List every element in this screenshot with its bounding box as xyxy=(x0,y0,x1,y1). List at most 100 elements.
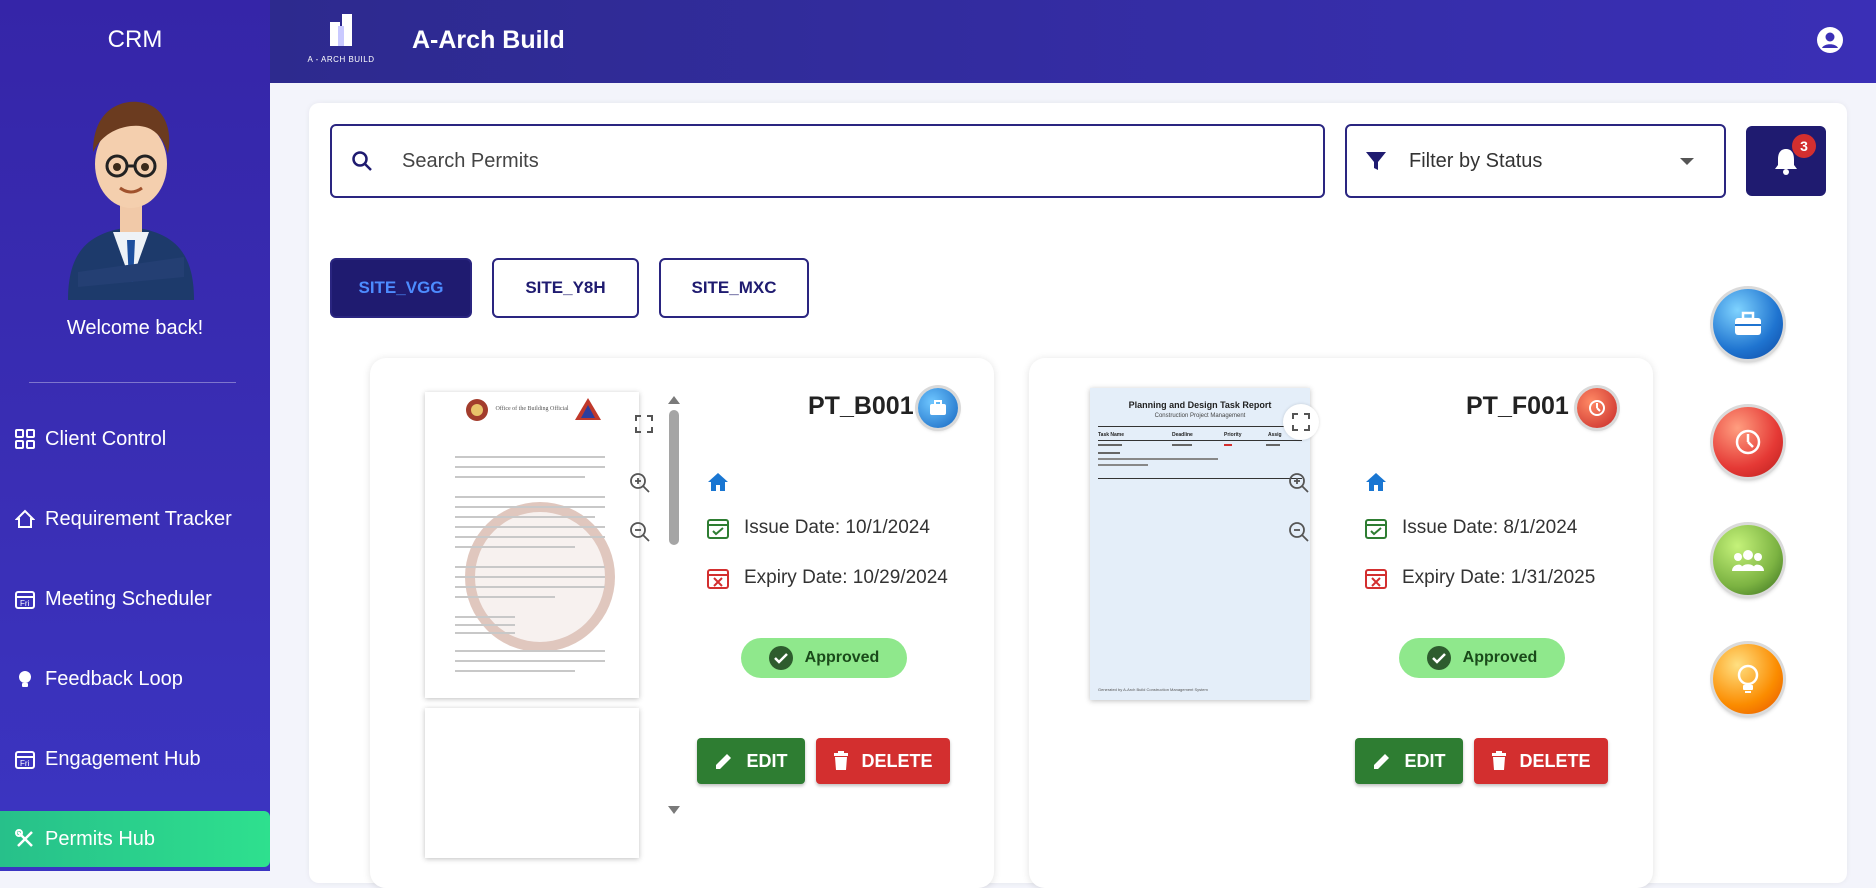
account-icon[interactable] xyxy=(1816,26,1844,54)
sidebar-item-label: Feedback Loop xyxy=(45,667,183,690)
zoom-in-icon[interactable] xyxy=(1287,471,1311,495)
user-avatar xyxy=(68,101,194,300)
check-circle-icon xyxy=(768,646,793,670)
trash-icon xyxy=(1491,751,1507,771)
document-subtitle: Construction Project Management xyxy=(1154,413,1246,419)
sidebar-item-feedback-loop[interactable]: Feedback Loop xyxy=(0,651,270,707)
lightbulb-icon xyxy=(1737,664,1759,693)
tab-site-mxc[interactable]: SITE_MXC xyxy=(659,258,809,318)
expiry-date-text: Expiry Date: 1/31/2025 xyxy=(1402,567,1596,588)
document-preview[interactable]: Office of the Building Official xyxy=(425,392,639,698)
timer-category-button[interactable] xyxy=(1713,407,1783,477)
status-label: Approved xyxy=(1462,649,1538,666)
calendar-remove-icon xyxy=(1365,569,1387,589)
document-footer: Generated by A-Arch Build Construction M… xyxy=(1098,687,1208,692)
pencil-icon xyxy=(1372,751,1392,771)
edit-button[interactable]: EDIT xyxy=(697,738,805,784)
timer-icon xyxy=(1735,429,1761,455)
status-label: Approved xyxy=(804,649,880,666)
delete-button[interactable]: DELETE xyxy=(816,738,950,784)
welcome-text: Welcome back! xyxy=(66,317,204,339)
trash-icon xyxy=(833,751,849,771)
issue-date-text: Issue Date: 10/1/2024 xyxy=(744,517,930,538)
document-title: Office of the Building Official xyxy=(495,406,569,412)
pencil-icon xyxy=(714,751,734,771)
search-input[interactable] xyxy=(402,149,1302,173)
issue-date-text: Issue Date: 8/1/2024 xyxy=(1402,517,1578,538)
check-circle-icon xyxy=(1426,646,1451,670)
company-logo: A - ARCH BUILD xyxy=(306,12,376,64)
zoom-in-icon[interactable] xyxy=(628,471,652,495)
tab-site-y8h[interactable]: SITE_Y8H xyxy=(492,258,639,318)
svg-text:Fri: Fri xyxy=(20,599,30,608)
lightbulb-icon xyxy=(14,668,36,690)
scrollbar-thumb[interactable] xyxy=(669,410,679,545)
calendar-check-icon xyxy=(707,519,729,539)
sidebar-item-label: Client Control xyxy=(45,427,167,450)
fullscreen-icon[interactable] xyxy=(632,412,656,436)
home-outline-icon xyxy=(14,508,36,530)
permit-id: PT_F001 xyxy=(1466,392,1569,420)
svg-text:Fri: Fri xyxy=(20,759,30,768)
expiry-date: Expiry Date: 1/31/2025 xyxy=(1364,566,1595,590)
delete-label: DELETE xyxy=(1519,750,1591,771)
edit-button[interactable]: EDIT xyxy=(1355,738,1463,784)
home-icon[interactable] xyxy=(706,470,730,494)
team-category-button[interactable] xyxy=(1713,525,1783,595)
calendar-check-icon xyxy=(1365,519,1387,539)
zoom-out-icon[interactable] xyxy=(1287,520,1311,544)
timer-icon xyxy=(1577,388,1617,428)
issue-date: Issue Date: 10/1/2024 xyxy=(706,516,930,540)
home-icon[interactable] xyxy=(1364,470,1388,494)
search-icon xyxy=(352,151,372,171)
app-title: A-Arch Build xyxy=(412,26,565,54)
sidebar: CRM Welcome back! Client Control Require… xyxy=(0,0,270,871)
sidebar-divider xyxy=(29,382,236,383)
document-title: Planning and Design Task Report xyxy=(1128,400,1272,410)
expiry-date-text: Expiry Date: 10/29/2024 xyxy=(744,567,948,588)
sidebar-item-engagement-hub[interactable]: Fri Engagement Hub xyxy=(0,731,270,787)
document-preview-page-2[interactable] xyxy=(425,708,639,858)
sidebar-item-label: Requirement Tracker xyxy=(45,507,232,530)
tab-site-vgg[interactable]: SITE_VGG xyxy=(330,258,472,318)
preview-scrollbar[interactable] xyxy=(667,396,681,816)
search-field[interactable] xyxy=(330,124,1325,198)
idea-category-button[interactable] xyxy=(1713,644,1783,714)
grid-icon xyxy=(14,428,36,450)
sidebar-item-permits-hub[interactable]: Permits Hub xyxy=(0,811,270,867)
calendar-remove-icon xyxy=(707,569,729,589)
briefcase-category-button[interactable] xyxy=(1713,289,1783,359)
notifications-button[interactable]: 3 xyxy=(1746,126,1826,196)
delete-button[interactable]: DELETE xyxy=(1474,738,1608,784)
filter-label: Filter by Status xyxy=(1409,149,1543,172)
document-table-header: Task Name Deadline Priority Assig xyxy=(1098,432,1282,438)
status-filter-select[interactable]: Filter by Status xyxy=(1345,124,1726,198)
top-app-bar: A - ARCH BUILD A-Arch Build xyxy=(270,0,1876,83)
triangle-logo-icon xyxy=(575,398,601,420)
calendar-icon: Fri xyxy=(14,748,36,770)
sidebar-item-client-control[interactable]: Client Control xyxy=(0,411,270,467)
scroll-up-arrow[interactable] xyxy=(668,396,680,404)
team-icon xyxy=(1732,550,1764,571)
calendar-icon: Fri xyxy=(14,588,36,610)
sidebar-item-requirement-tracker[interactable]: Requirement Tracker xyxy=(0,491,270,547)
document-preview[interactable]: Planning and Design Task Report Construc… xyxy=(1090,388,1310,700)
seal-logo-icon xyxy=(466,399,488,421)
scroll-down-arrow[interactable] xyxy=(668,806,680,814)
expiry-date: Expiry Date: 10/29/2024 xyxy=(706,566,948,590)
briefcase-icon xyxy=(918,388,958,428)
delete-label: DELETE xyxy=(861,750,933,771)
sidebar-item-label: Meeting Scheduler xyxy=(45,587,212,610)
filter-icon xyxy=(1366,152,1386,170)
sidebar-item-meeting-scheduler[interactable]: Fri Meeting Scheduler xyxy=(0,571,270,627)
permit-card: Office of the Building Official PT_B001 … xyxy=(370,358,994,888)
fullscreen-icon[interactable] xyxy=(1283,404,1319,440)
edit-label: EDIT xyxy=(1404,750,1446,771)
status-badge: Approved xyxy=(1399,638,1565,678)
briefcase-icon xyxy=(1735,311,1761,335)
sidebar-item-label: Engagement Hub xyxy=(45,747,201,770)
zoom-out-icon[interactable] xyxy=(628,520,652,544)
logo-text: A - ARCH BUILD xyxy=(307,55,375,64)
sidebar-brand: CRM xyxy=(107,26,163,53)
status-badge: Approved xyxy=(741,638,907,678)
